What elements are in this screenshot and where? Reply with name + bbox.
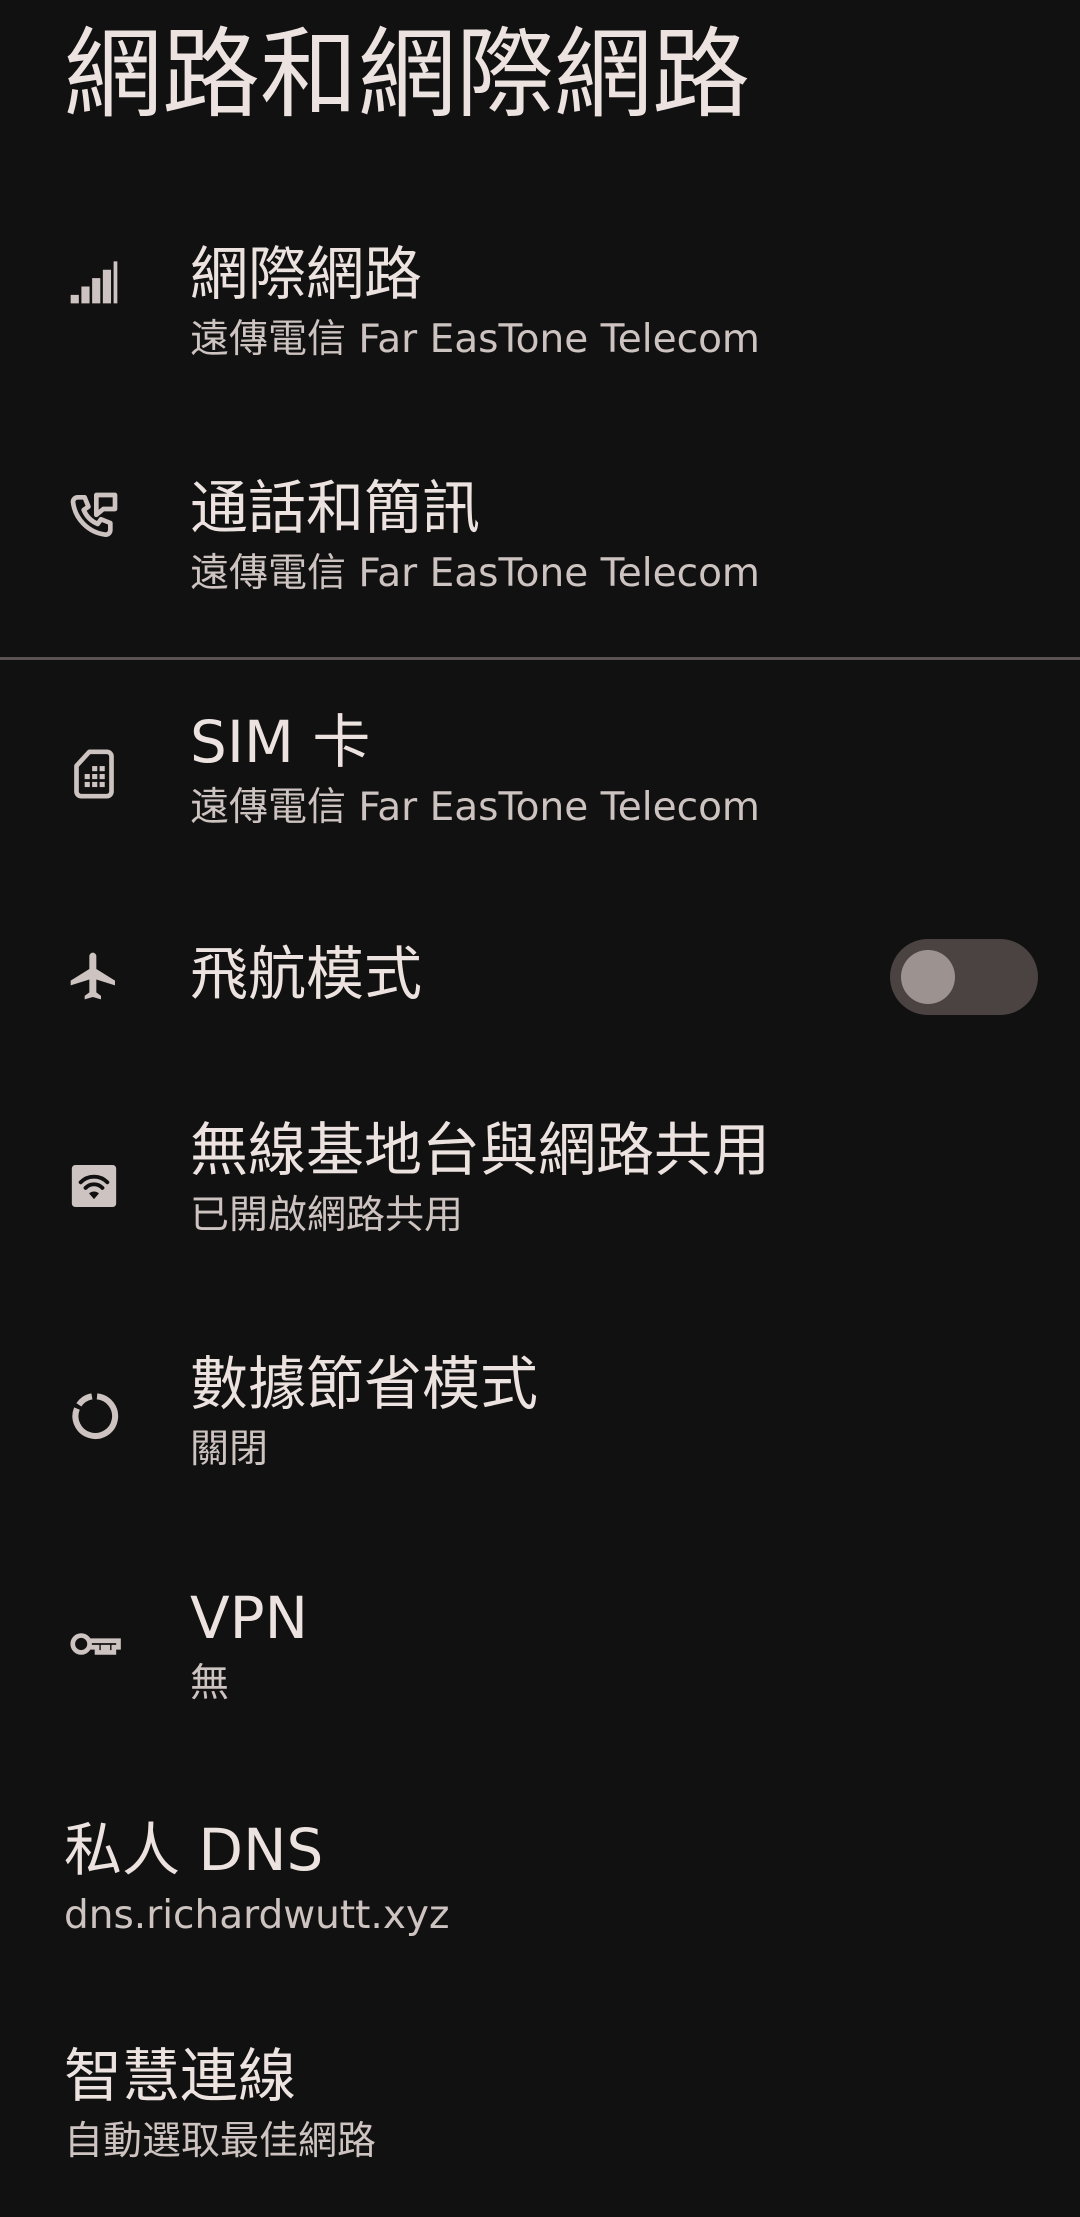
sim-card-icon xyxy=(64,744,124,804)
data-saver-title: 數據節省模式 xyxy=(190,1350,539,1418)
calls-sms-item[interactable]: 通話和簡訊 遠傳電信 Far EasTone Telecom xyxy=(0,470,1080,630)
airplane-mode-title: 飛航模式 xyxy=(190,940,423,1008)
section-divider xyxy=(0,657,1080,660)
internet-item[interactable]: 網際網路 遠傳電信 Far EasTone Telecom xyxy=(0,236,1080,396)
adaptive-connectivity-title: 智慧連線 xyxy=(64,2042,297,2110)
private-dns-item[interactable]: 私人 DNS dns.richardwutt.xyz xyxy=(0,1812,1080,1962)
private-dns-summary: dns.richardwutt.xyz xyxy=(64,1893,450,1938)
hotspot-tethering-item[interactable]: 無線基地台與網路共用 已開啟網路共用 xyxy=(0,1112,1080,1272)
call-message-icon xyxy=(64,486,124,546)
page-title: 網路和網際網路 xyxy=(64,18,751,132)
hotspot-tethering-title: 無線基地台與網路共用 xyxy=(190,1116,771,1184)
key-icon xyxy=(64,1614,124,1674)
sim-card-title: SIM 卡 xyxy=(190,708,371,776)
data-saver-summary: 關閉 xyxy=(190,1427,269,1472)
internet-title: 網際網路 xyxy=(190,240,423,308)
hotspot-tethering-summary: 已開啟網路共用 xyxy=(190,1193,464,1238)
internet-summary: 遠傳電信 Far EasTone Telecom xyxy=(190,317,760,362)
calls-sms-summary: 遠傳電信 Far EasTone Telecom xyxy=(190,551,760,596)
toggle-thumb xyxy=(901,950,955,1004)
vpn-item[interactable]: VPN 無 xyxy=(0,1580,1080,1740)
vpn-title: VPN xyxy=(190,1584,309,1652)
private-dns-title: 私人 DNS xyxy=(64,1816,324,1884)
hotspot-icon xyxy=(64,1156,124,1216)
vpn-summary: 無 xyxy=(190,1661,230,1706)
data-saver-item[interactable]: 數據節省模式 關閉 xyxy=(0,1346,1080,1506)
signal-bars-icon xyxy=(64,250,124,310)
sim-card-summary: 遠傳電信 Far EasTone Telecom xyxy=(190,785,760,830)
sim-card-item[interactable]: SIM 卡 遠傳電信 Far EasTone Telecom xyxy=(0,704,1080,864)
calls-sms-title: 通話和簡訊 xyxy=(190,474,481,542)
adaptive-connectivity-summary: 自動選取最佳網路 xyxy=(64,2119,377,2164)
adaptive-connectivity-item[interactable]: 智慧連線 自動選取最佳網路 xyxy=(0,2038,1080,2188)
airplane-mode-toggle[interactable] xyxy=(890,939,1038,1015)
data-saver-icon xyxy=(64,1386,124,1446)
airplane-icon xyxy=(64,946,124,1006)
